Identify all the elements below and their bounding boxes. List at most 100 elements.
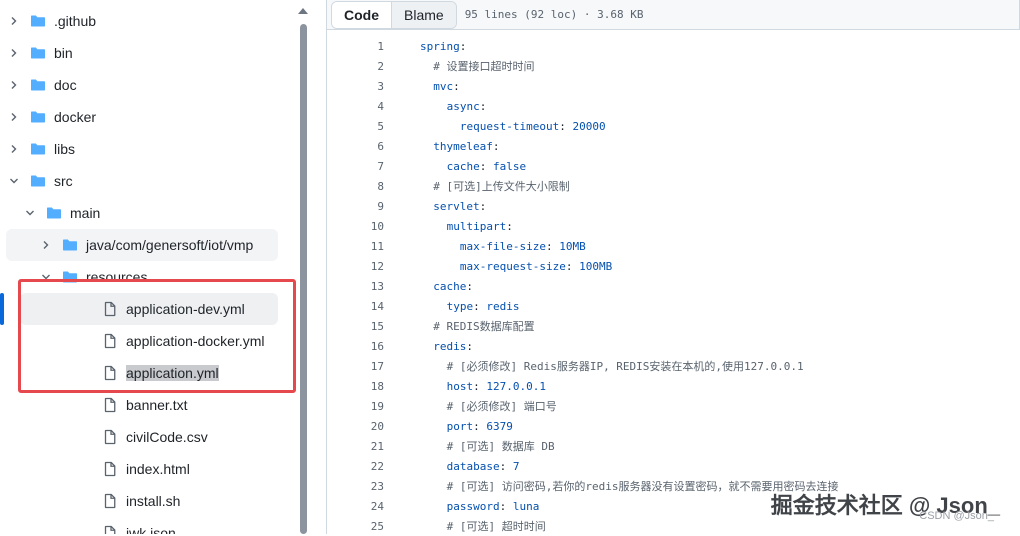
line-number[interactable]: 17 [326,360,384,373]
tree-item-label: bin [54,45,73,61]
tree-folder-row[interactable]: src [6,165,73,197]
tab-code[interactable]: Code [332,1,392,28]
folder-icon [30,45,46,61]
tree-folder-row[interactable]: bin [6,37,73,69]
chevron-down-icon[interactable] [6,173,22,189]
chevron-right-icon[interactable] [38,237,54,253]
line-number[interactable]: 4 [326,100,384,113]
file-icon [102,301,118,317]
chevron-right-icon[interactable] [6,45,22,61]
tree-item-label: libs [54,141,76,157]
line-number[interactable]: 24 [326,500,384,513]
folder-icon [30,141,46,157]
code-line: 7 cache: false [326,156,526,176]
code-text: max-file-size: 10MB [459,239,586,253]
code-text: servlet: [433,199,487,213]
code-line: 25 # [可选] 超时时间 [326,516,546,536]
line-number[interactable]: 12 [326,260,384,273]
line-number[interactable]: 18 [326,380,384,393]
code-line: 24 password: luna [326,496,540,516]
code-text: # [必须修改] Redis服务器IP, REDIS安装在本机的,使用127.0… [446,360,804,373]
line-number[interactable]: 6 [326,140,384,153]
tree-item-label: src [54,173,73,189]
code-line: 5 request-timeout: 20000 [326,116,606,136]
tree-folder-row[interactable]: java/com/genersoft/iot/vmp [38,229,253,261]
code-text: request-timeout: 20000 [459,119,606,133]
code-text: # [可选] 超时时间 [446,520,546,533]
chevron-right-icon[interactable] [6,77,22,93]
code-line: 11 max-file-size: 10MB [326,236,586,256]
code-text: max-request-size: 100MB [459,259,613,273]
line-number[interactable]: 25 [326,520,384,533]
code-text: # [必须修改] 端口号 [446,400,557,413]
tree-item-label: doc [54,77,77,93]
folder-icon [30,109,46,125]
code-text: password: luna [446,499,540,513]
line-number[interactable]: 19 [326,400,384,413]
line-number[interactable]: 23 [326,480,384,493]
chevron-down-icon[interactable] [22,205,38,221]
code-text: # REDIS数据库配置 [433,320,535,333]
code-line: 18 host: 127.0.0.1 [326,376,546,396]
line-number[interactable]: 21 [326,440,384,453]
code-text: type: redis [446,299,520,313]
tree-item-label: banner.txt [126,397,188,413]
tab-blame[interactable]: Blame [392,1,456,28]
tree-file-row[interactable]: application-docker.yml [54,325,265,357]
code-text: redis: [433,339,474,353]
code-line: 9 servlet: [326,196,486,216]
chevron-right-icon[interactable] [6,141,22,157]
code-line: 10 multipart: [326,216,513,236]
tree-item-label: resources [86,269,148,285]
line-number[interactable]: 5 [326,120,384,133]
tree-item-label: application.yml [126,365,219,381]
sidebar-scrollbar-thumb[interactable] [300,24,307,534]
line-number[interactable]: 20 [326,420,384,433]
code-line: 13 cache: [326,276,473,296]
tree-file-row[interactable]: application.yml [54,357,219,389]
tree-item-label: java/com/genersoft/iot/vmp [86,237,254,253]
code-text: port: 6379 [446,419,513,433]
tree-file-row[interactable]: civilCode.csv [54,421,208,453]
tree-file-row[interactable]: banner.txt [54,389,188,421]
tree-file-row[interactable]: install.sh [54,485,180,517]
active-indicator [0,293,4,325]
code-text: database: 7 [446,459,520,473]
code-text: host: 127.0.0.1 [446,379,546,393]
scroll-up-arrow-icon[interactable] [298,8,308,14]
folder-icon [62,237,78,253]
tree-item-label: install.sh [126,493,181,509]
line-number[interactable]: 22 [326,460,384,473]
chevron-right-icon[interactable] [6,109,22,125]
tree-file-row[interactable]: index.html [54,453,190,485]
line-number[interactable]: 11 [326,240,384,253]
tree-item-label: application-docker.yml [126,333,265,349]
chevron-down-icon[interactable] [38,269,54,285]
line-number[interactable]: 14 [326,300,384,313]
file-icon [102,525,118,534]
tree-folder-row[interactable]: libs [6,133,75,165]
line-number[interactable]: 8 [326,180,384,193]
tree-folder-row[interactable]: .github [6,5,96,37]
line-number[interactable]: 16 [326,340,384,353]
tree-item-label: index.html [126,461,190,477]
line-number[interactable]: 7 [326,160,384,173]
tree-folder-row[interactable]: doc [6,69,77,101]
code-line: 20 port: 6379 [326,416,513,436]
line-number[interactable]: 1 [326,40,384,53]
chevron-right-icon[interactable] [6,13,22,29]
line-number[interactable]: 13 [326,280,384,293]
tree-folder-row[interactable]: resources [38,261,147,293]
code-line: 8 # [可选]上传文件大小限制 [326,176,569,196]
tree-folder-row[interactable]: docker [6,101,96,133]
line-number[interactable]: 9 [326,200,384,213]
line-number[interactable]: 15 [326,320,384,333]
line-number[interactable]: 3 [326,80,384,93]
tree-file-row[interactable]: jwk.json [54,517,176,534]
code-line: 14 type: redis [326,296,520,316]
tree-file-row[interactable]: application-dev.yml [54,293,245,325]
tree-folder-row[interactable]: main [22,197,100,229]
code-line: 4 async: [326,96,486,116]
line-number[interactable]: 10 [326,220,384,233]
line-number[interactable]: 2 [326,60,384,73]
